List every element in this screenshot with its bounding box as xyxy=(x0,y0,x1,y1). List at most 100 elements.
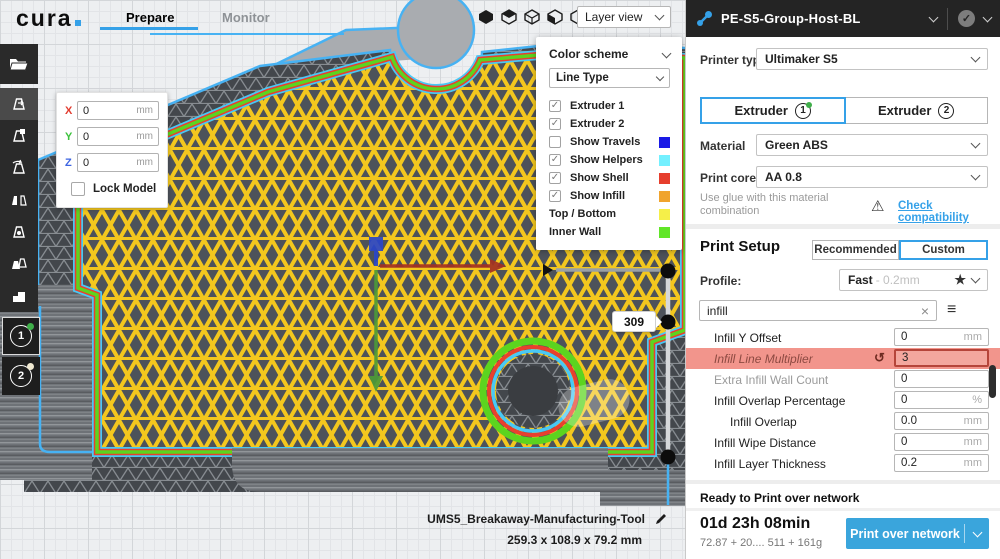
setting-value-field[interactable]: 0mm xyxy=(894,433,989,451)
mesh-tools-button[interactable] xyxy=(0,280,38,312)
setting-value-field[interactable]: 0% xyxy=(894,391,989,409)
mesh-tools-icon xyxy=(9,286,29,306)
support-blocker-tool-icon xyxy=(9,254,29,274)
lock-model-checkbox[interactable] xyxy=(71,182,85,196)
camera-view-buttons xyxy=(478,9,586,25)
layer-slider-top-handle[interactable] xyxy=(661,315,676,330)
printer-header[interactable]: PE-S5-Group-Host-BL ✓ xyxy=(686,0,1000,37)
color-swatch xyxy=(659,155,670,166)
settings-menu-icon[interactable]: ≡ xyxy=(947,301,956,319)
color-scheme-label: Top / Bottom xyxy=(549,208,659,220)
extruder-2-material-dot xyxy=(27,363,34,370)
layer-slider-bottom-handle[interactable] xyxy=(661,450,676,465)
color-scheme-row: ✓ Show Helpers xyxy=(549,151,670,169)
section-divider xyxy=(686,224,1000,229)
material-dropdown[interactable]: Green ABS xyxy=(756,134,988,156)
open-file-button[interactable] xyxy=(0,44,38,84)
setting-value-field[interactable]: 0.2mm xyxy=(894,454,989,472)
setting-row: Infill Layer Thickness0.2mm xyxy=(686,453,1000,474)
setting-label: Infill Overlap xyxy=(730,415,797,429)
checkbox[interactable] xyxy=(549,136,561,148)
y-position-field[interactable]: 0 mm xyxy=(77,127,159,146)
simulation-slider-handle[interactable] xyxy=(661,264,676,279)
color-scheme-label: Show Helpers xyxy=(570,154,659,166)
check-compatibility-link[interactable]: Check compatibility xyxy=(898,200,1000,224)
status-divider xyxy=(686,508,1000,511)
setting-value-field[interactable]: 3 xyxy=(894,349,989,367)
z-axis-label: Z xyxy=(65,157,77,169)
checkbox[interactable]: ✓ xyxy=(549,100,561,112)
color-scheme-label: Show Travels xyxy=(570,136,659,148)
tab-prepare-underline xyxy=(100,27,198,30)
setting-value-field[interactable]: 0 xyxy=(894,370,989,388)
open-folder-icon xyxy=(8,55,30,73)
x-position-row: X 0 mm xyxy=(65,101,159,120)
recommended-button[interactable]: Recommended xyxy=(812,240,899,260)
custom-button[interactable]: Custom xyxy=(899,240,988,260)
settings-search-input[interactable] xyxy=(707,304,921,318)
checkbox[interactable]: ✓ xyxy=(549,172,561,184)
printer-type-dropdown[interactable]: Ultimaker S5 xyxy=(756,48,988,70)
view-top-icon[interactable] xyxy=(524,9,540,25)
z-position-field[interactable]: 0 mm xyxy=(77,153,159,172)
view-3d-icon[interactable] xyxy=(478,9,494,25)
tab-extruder-1[interactable]: Extruder 1 xyxy=(700,97,846,124)
view-left-icon[interactable] xyxy=(547,9,563,25)
print-core-dropdown[interactable]: AA 0.8 xyxy=(756,166,988,188)
chevron-down-icon xyxy=(929,12,939,22)
view-front-icon[interactable] xyxy=(501,9,517,25)
extruder-2-button[interactable]: 2 xyxy=(2,357,40,395)
gizmo-z-handle[interactable] xyxy=(369,237,383,251)
checkbox[interactable]: ✓ xyxy=(549,154,561,166)
setting-row: Infill Overlap Percentage0% xyxy=(686,390,1000,411)
star-icon[interactable]: ★ xyxy=(954,272,966,288)
printer-name: PE-S5-Group-Host-BL xyxy=(721,11,861,26)
checkbox[interactable]: ✓ xyxy=(549,190,561,202)
sidebar-panel: PE-S5-Group-Host-BL ✓ Printer type Ultim… xyxy=(685,0,1000,559)
extruder-1-material-dot xyxy=(27,323,34,330)
chevron-down-icon[interactable] xyxy=(983,12,993,22)
warning-icon: ⚠ xyxy=(871,197,884,215)
chevron-down-icon xyxy=(662,48,672,58)
setting-unit: % xyxy=(972,394,982,406)
lock-model-label: Lock Model xyxy=(93,183,156,195)
view-mode-dropdown[interactable]: Layer view xyxy=(577,6,671,28)
settings-list: Infill Y Offset0mmInfill Line Multiplier… xyxy=(686,327,1000,474)
x-position-field[interactable]: 0 mm xyxy=(77,101,159,120)
color-swatch xyxy=(659,137,670,148)
edit-pencil-icon[interactable] xyxy=(654,512,668,526)
support-blocker-tool-button[interactable] xyxy=(0,248,38,280)
print-over-network-button[interactable]: Print over network xyxy=(846,518,989,549)
setting-row: Infill Line Multiplier↺3 xyxy=(686,348,1000,369)
tab-monitor[interactable]: Monitor xyxy=(222,10,270,25)
scale-tool-button[interactable] xyxy=(0,120,38,152)
extruder-1-button[interactable]: 1 xyxy=(2,317,40,355)
color-scheme-row: ✓Extruder 2 xyxy=(549,115,670,133)
color-swatch xyxy=(659,209,670,220)
settings-scrollbar[interactable] xyxy=(989,365,996,398)
logo-dot xyxy=(75,20,81,26)
color-scheme-label: Inner Wall xyxy=(549,226,659,238)
tab-prepare[interactable]: Prepare xyxy=(126,10,174,25)
rotate-tool-button[interactable] xyxy=(0,152,38,184)
clear-search-icon[interactable]: × xyxy=(921,303,929,319)
line-type-dropdown[interactable]: Line Type xyxy=(549,68,670,88)
profile-dropdown[interactable]: Fast - 0.2mm ★ xyxy=(839,269,988,291)
color-scheme-label: Show Shell xyxy=(570,172,659,184)
mirror-tool-button[interactable] xyxy=(0,184,38,216)
checkbox[interactable]: ✓ xyxy=(549,118,561,130)
per-model-settings-tool-button[interactable] xyxy=(0,216,38,248)
setting-value-field[interactable]: 0.0mm xyxy=(894,412,989,430)
hole-center xyxy=(508,366,558,416)
move-tool-button[interactable] xyxy=(0,88,38,120)
print-options-chevron[interactable] xyxy=(965,532,989,536)
color-scheme-row: Top / Bottom xyxy=(549,205,670,223)
printer-status-icon: ✓ xyxy=(958,10,975,27)
color-scheme-header[interactable]: Color scheme xyxy=(549,47,670,61)
chevron-down-icon xyxy=(971,171,981,181)
tab-extruder-2[interactable]: Extruder 2 xyxy=(846,97,989,124)
model-info: UMS5_Breakaway-Manufacturing-Tool 259.3 … xyxy=(420,512,668,547)
setting-value-field[interactable]: 0mm xyxy=(894,328,989,346)
cura-window: 309 cura Prepare Monitor Layer view Colo… xyxy=(0,0,1000,559)
reset-setting-icon[interactable]: ↺ xyxy=(874,350,885,366)
